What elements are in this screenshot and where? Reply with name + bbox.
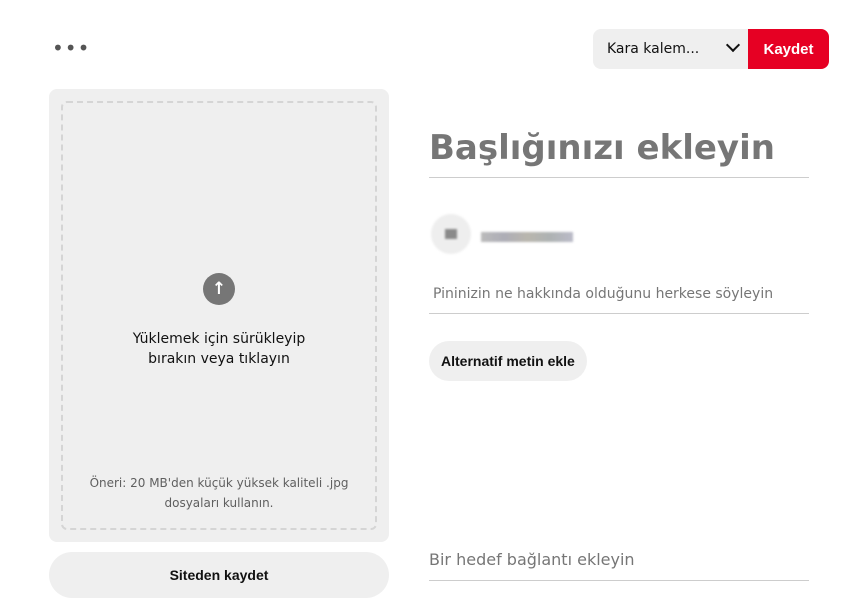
title-input[interactable]: Başlığınızı ekleyin [429, 124, 809, 178]
board-select[interactable]: Kara kalem... [593, 29, 748, 69]
more-options-button[interactable]: ••• [52, 38, 90, 58]
upload-text-line2: bırakın veya tıklayın [148, 351, 290, 367]
arrow-up-icon: ↑ [203, 273, 235, 305]
upload-hint-line2: dosyaları kullanın. [164, 496, 274, 510]
board-select-value: Kara kalem... [607, 41, 700, 57]
user-name-blurred [481, 232, 573, 242]
upload-hint-line1: Öneri: 20 MB'den küçük yüksek kaliteli .… [89, 476, 349, 490]
upload-text-line1: Yüklemek için sürükleyip [132, 331, 306, 347]
avatar [431, 214, 471, 254]
chevron-down-icon [725, 37, 741, 53]
destination-link-input[interactable]: Bir hedef bağlantı ekleyin [429, 545, 809, 581]
upload-instructions: Yüklemek için sürükleyip bırakın veya tı… [49, 329, 389, 369]
save-button[interactable]: Kaydet [748, 29, 829, 69]
save-from-site-button[interactable]: Siteden kaydet [49, 552, 389, 598]
add-alt-text-button[interactable]: Alternatif metin ekle [429, 341, 587, 381]
dashed-border [61, 101, 377, 530]
image-upload-area[interactable]: ↑ Yüklemek için sürükleyip bırakın veya … [49, 89, 389, 542]
description-input[interactable]: Pininizin ne hakkında olduğunu herkese s… [429, 280, 809, 314]
upload-hint: Öneri: 20 MB'den küçük yüksek kaliteli .… [69, 473, 369, 513]
